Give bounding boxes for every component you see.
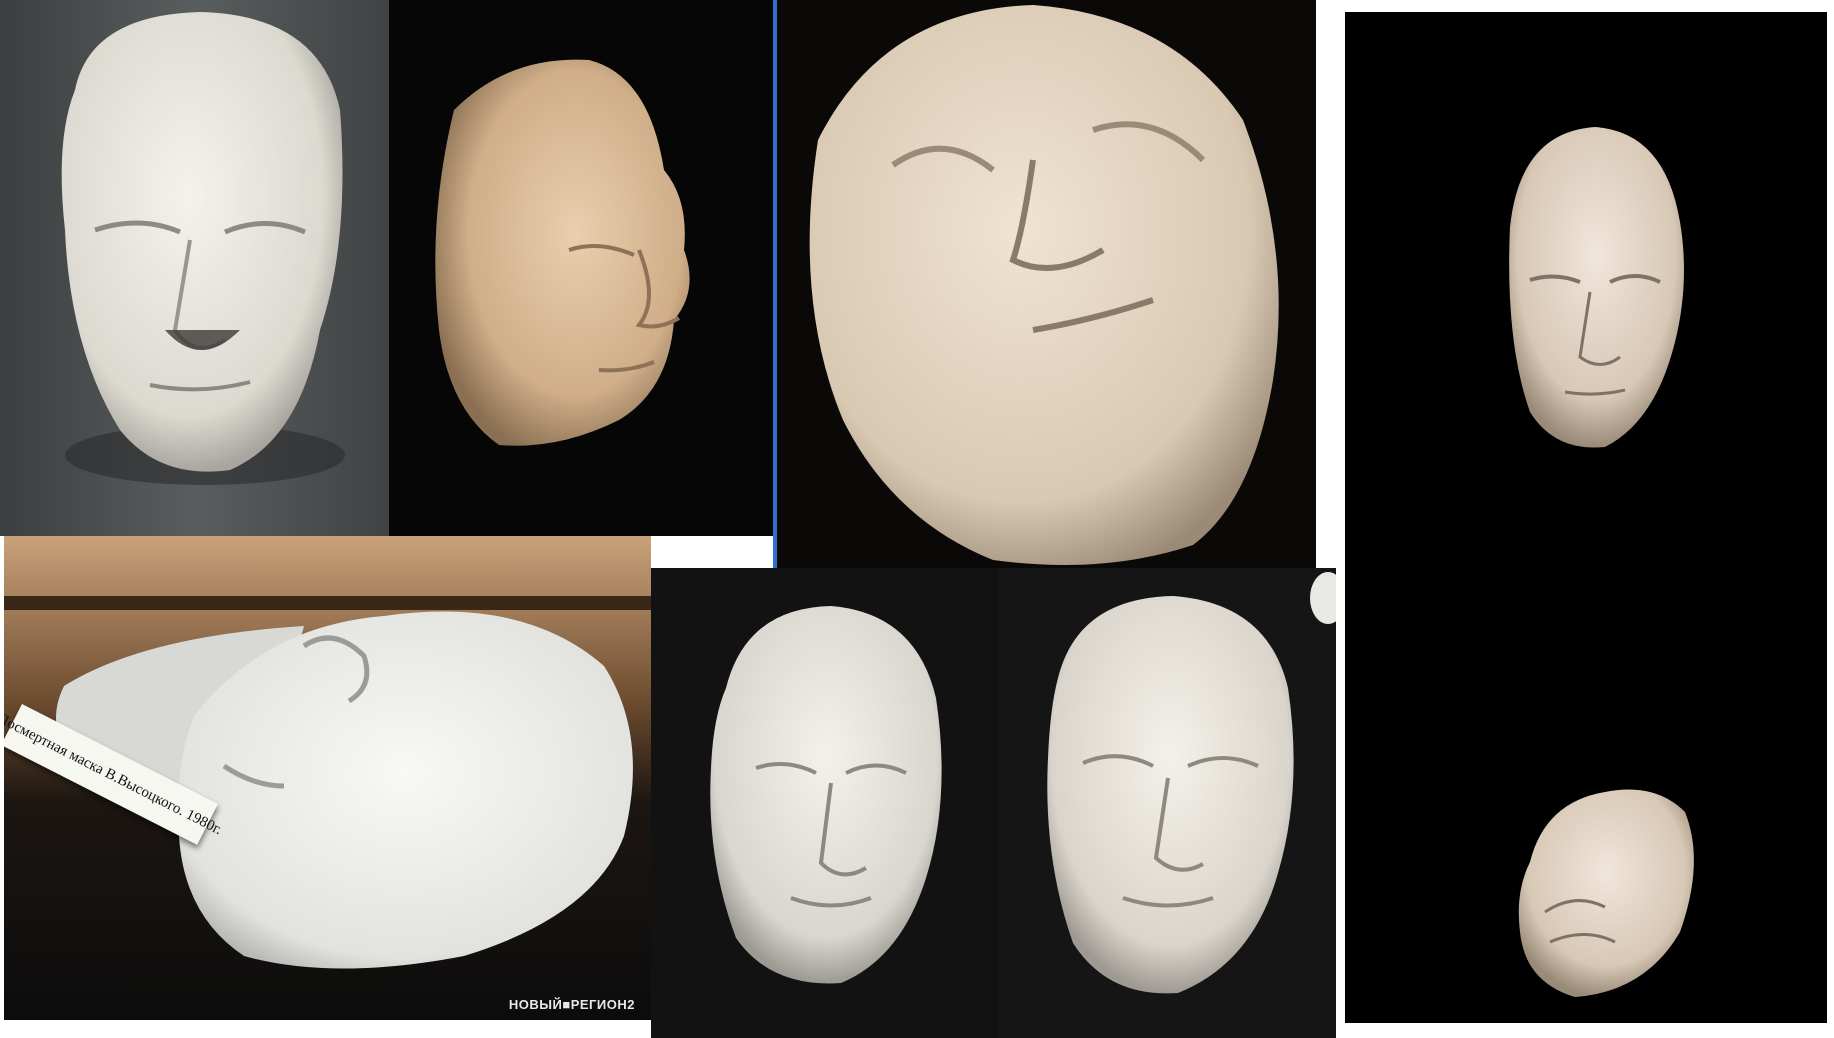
photo-mask-and-hand-tall (1345, 12, 1827, 1023)
photo-mask-tilted-closeup (773, 0, 1316, 568)
photo-mask-front-dark-a (651, 568, 998, 1038)
photo-mask-three-quarter-warm (389, 0, 773, 536)
photo-mask-front-grey-wall (0, 0, 389, 536)
photo-mask-front-dark-b (998, 568, 1336, 1038)
photo-mask-lying-exhibit: Посмертная маска В.Высоцкого. 1980г. НОВ… (4, 536, 651, 1020)
news-watermark: НОВЫЙ■РЕГИОН2 (508, 997, 635, 1012)
